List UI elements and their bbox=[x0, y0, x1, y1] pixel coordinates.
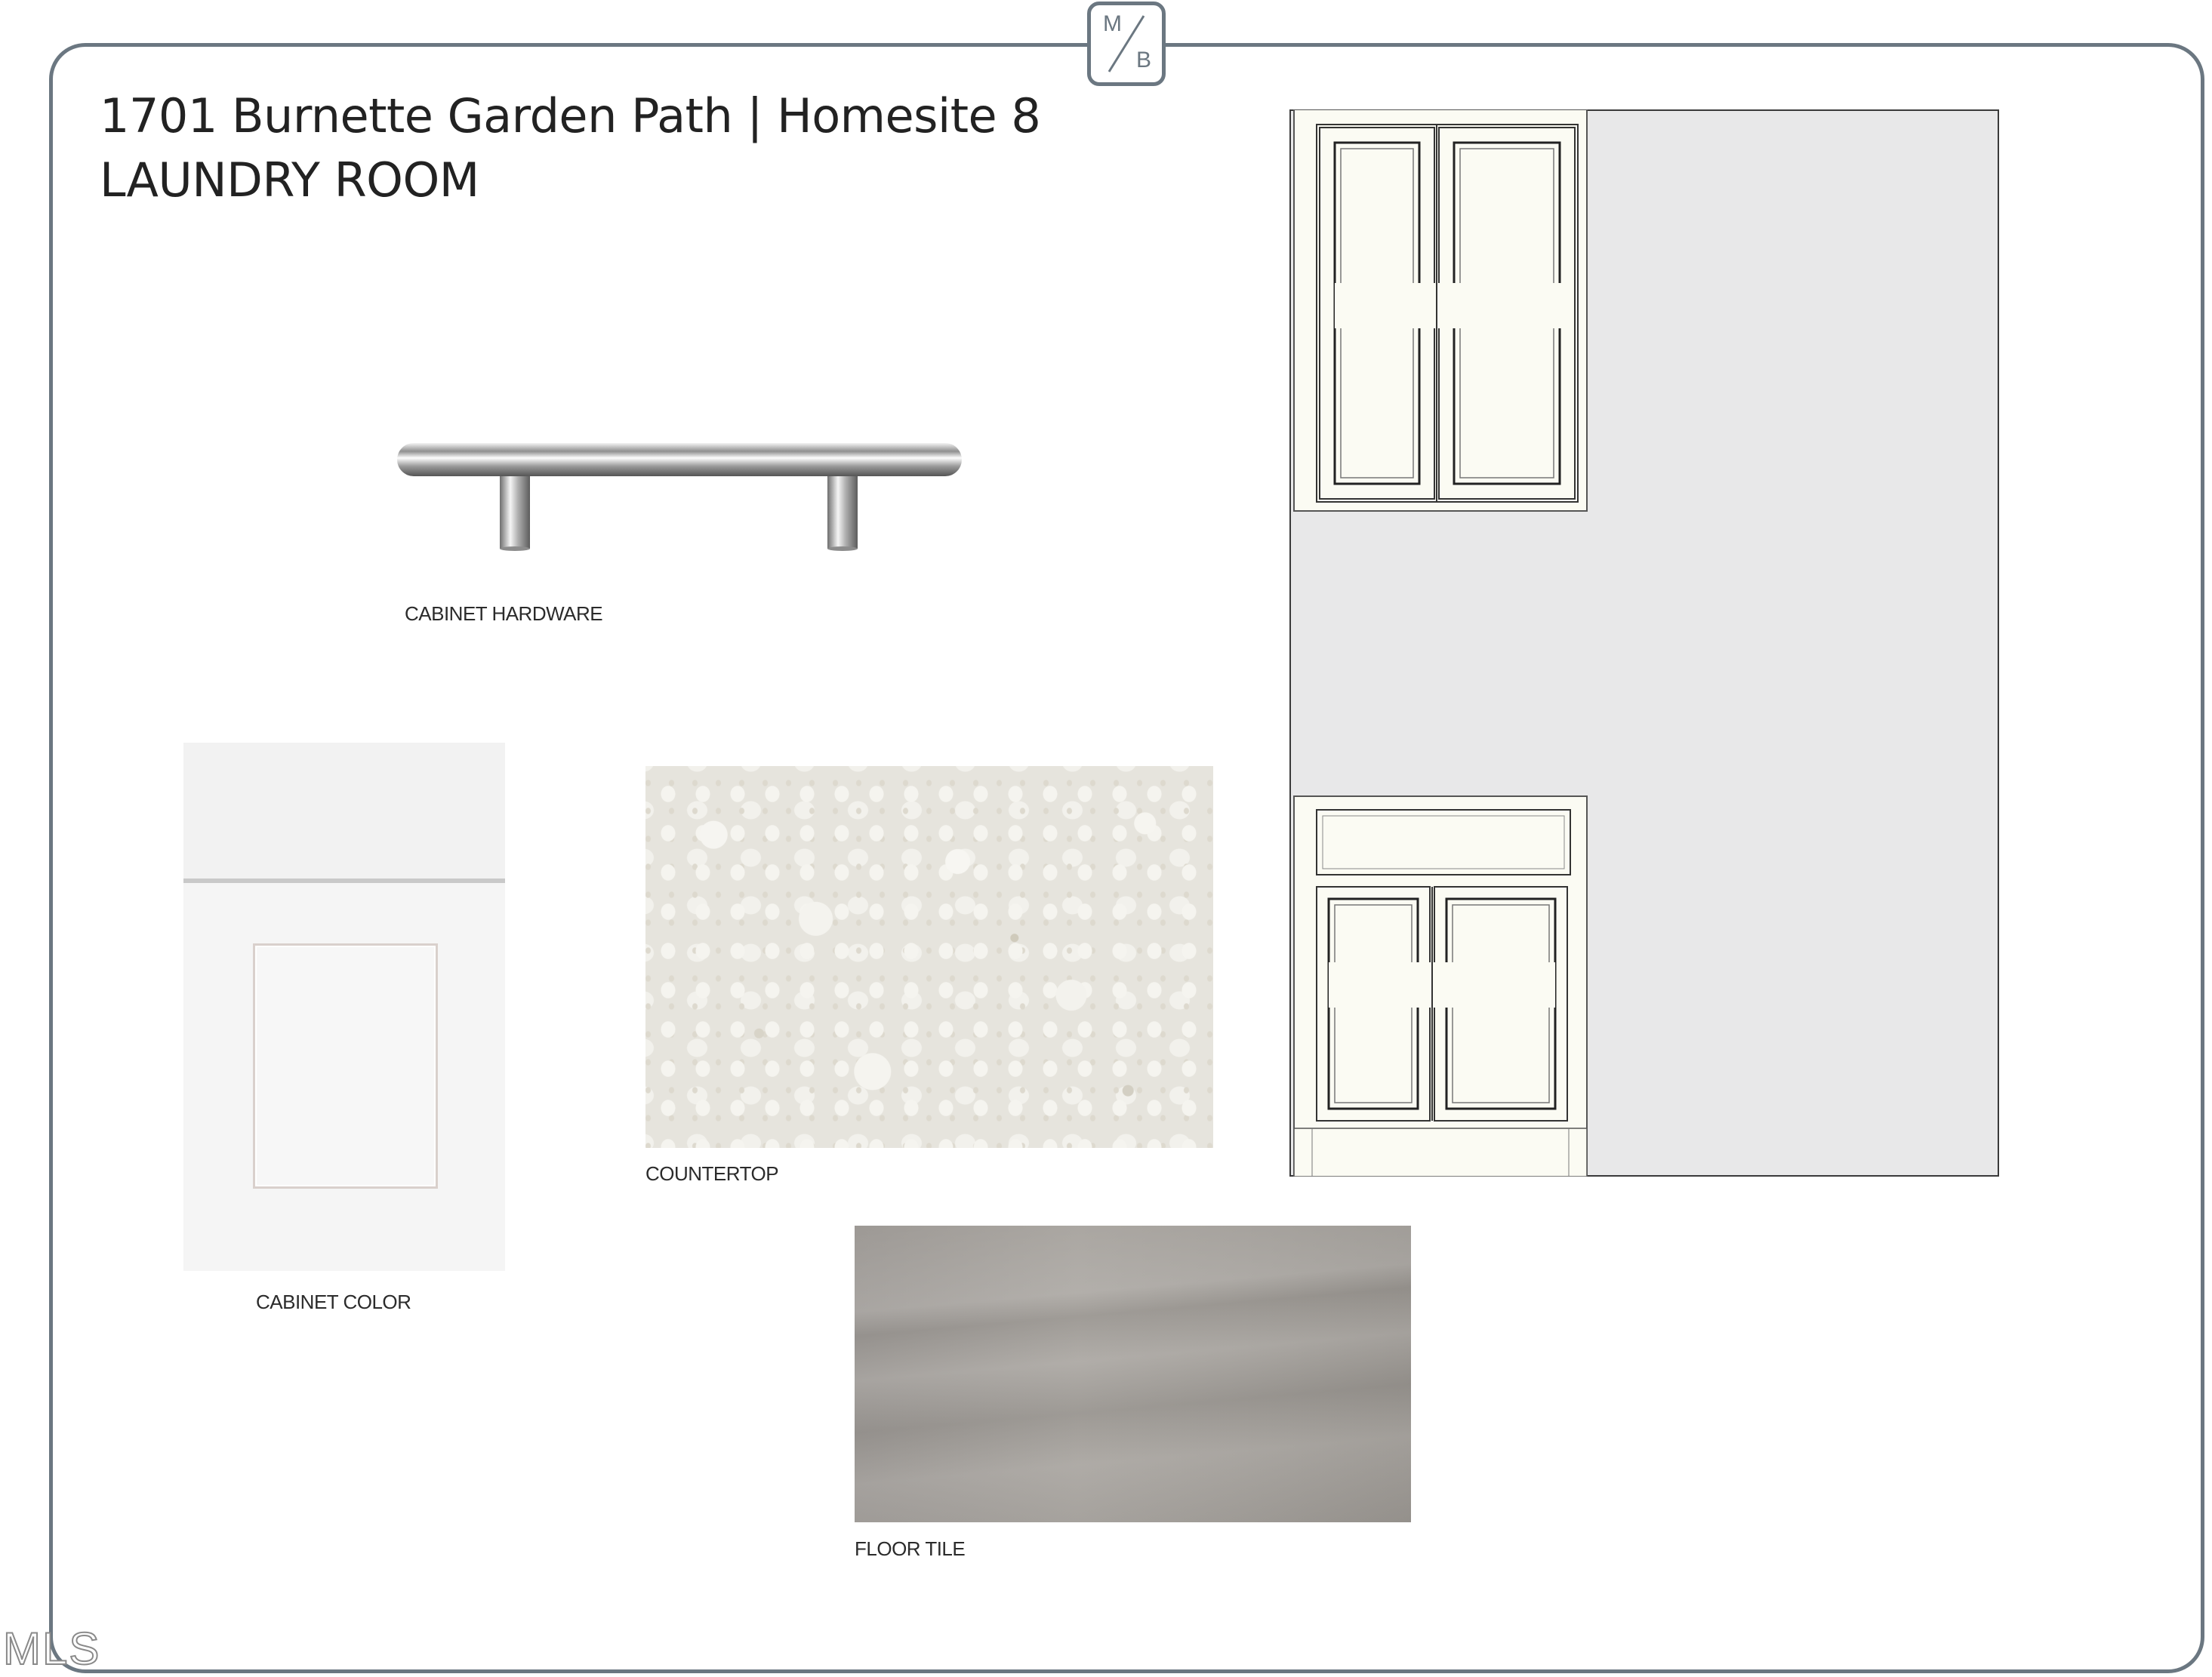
laundry-cabinet-elevation bbox=[1289, 109, 1999, 1177]
logo-letter-b: B bbox=[1136, 48, 1152, 72]
logo-letter-m: M bbox=[1103, 11, 1122, 36]
mb-logo: M B bbox=[1087, 2, 1166, 86]
page-title: 1701 Burnette Garden Path | Homesite 8 bbox=[100, 88, 1041, 143]
recessed-panel bbox=[253, 943, 438, 1189]
countertop-label: COUNTERTOP bbox=[645, 1162, 779, 1185]
cabinet-color-swatch bbox=[183, 743, 505, 1271]
countertop-swatch bbox=[645, 766, 1213, 1148]
upper-cabinet bbox=[1293, 109, 1588, 512]
mls-watermark: MLS bbox=[2, 1623, 101, 1675]
cabinet-color-label: CABINET COLOR bbox=[256, 1291, 411, 1313]
room-name: LAUNDRY ROOM bbox=[100, 152, 479, 208]
floor-tile-swatch bbox=[855, 1226, 1411, 1522]
door-front bbox=[183, 883, 505, 1271]
floor-tile-label: FLOOR TILE bbox=[855, 1537, 966, 1560]
lower-cabinet bbox=[1293, 795, 1588, 1177]
drawer-front bbox=[183, 743, 505, 879]
cabinet-hardware-image bbox=[397, 443, 962, 551]
cabinet-hardware-label: CABINET HARDWARE bbox=[405, 602, 603, 625]
